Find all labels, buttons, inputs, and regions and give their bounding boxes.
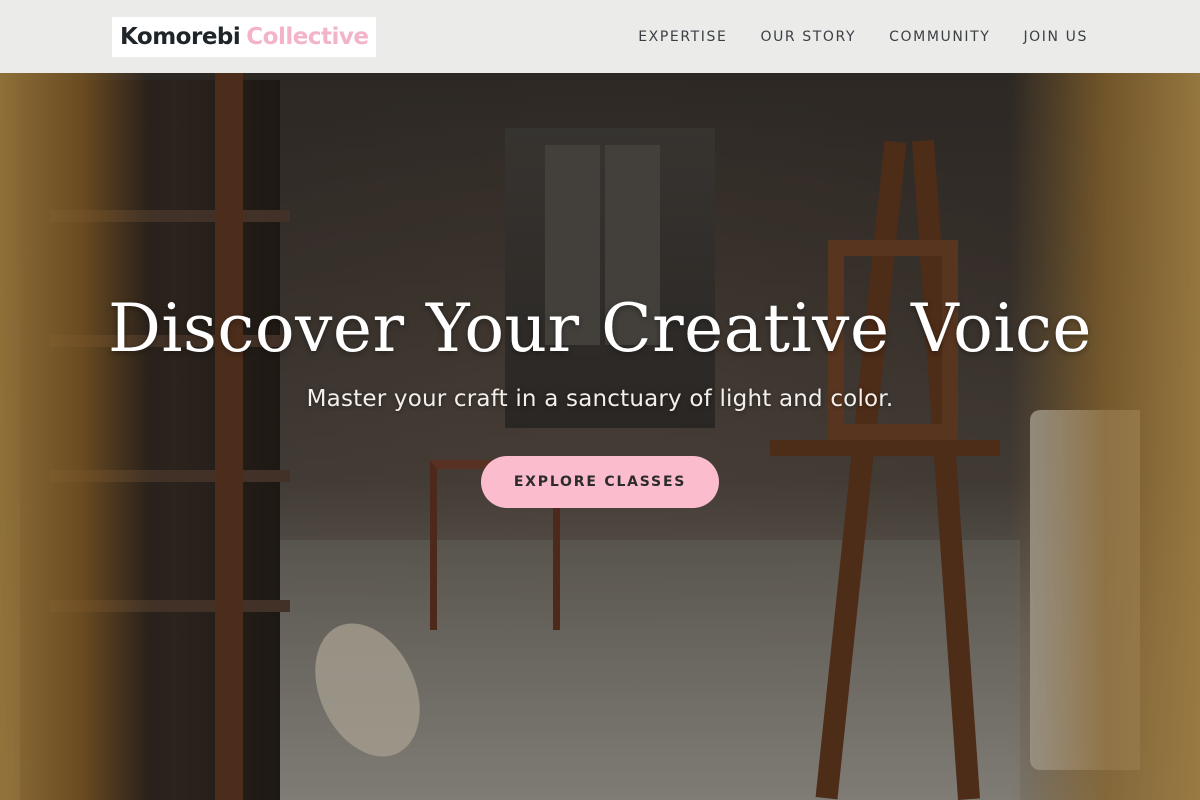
nav-links: EXPERTISE OUR STORY COMMUNITY JOIN US bbox=[638, 28, 1088, 46]
nav-link-join-us[interactable]: JOIN US bbox=[1023, 29, 1088, 45]
nav-link-community[interactable]: COMMUNITY bbox=[889, 29, 990, 45]
top-navbar: Komorebi Collective EXPERTISE OUR STORY … bbox=[0, 0, 1200, 73]
hero-title: Discover Your Creative Voice bbox=[108, 290, 1092, 367]
brand-accent: Collective bbox=[246, 23, 369, 50]
hero-section: Discover Your Creative Voice Master your… bbox=[0, 0, 1200, 800]
hero-content: Discover Your Creative Voice Master your… bbox=[0, 288, 1200, 508]
brand-logo[interactable]: Komorebi Collective bbox=[112, 16, 377, 57]
nav-link-expertise[interactable]: EXPERTISE bbox=[638, 29, 727, 45]
explore-classes-button[interactable]: EXPLORE CLASSES bbox=[481, 456, 719, 508]
hero-subtitle: Master your craft in a sanctuary of ligh… bbox=[306, 386, 894, 412]
brand-name: Komorebi bbox=[120, 23, 241, 50]
nav-link-our-story[interactable]: OUR STORY bbox=[760, 29, 856, 45]
